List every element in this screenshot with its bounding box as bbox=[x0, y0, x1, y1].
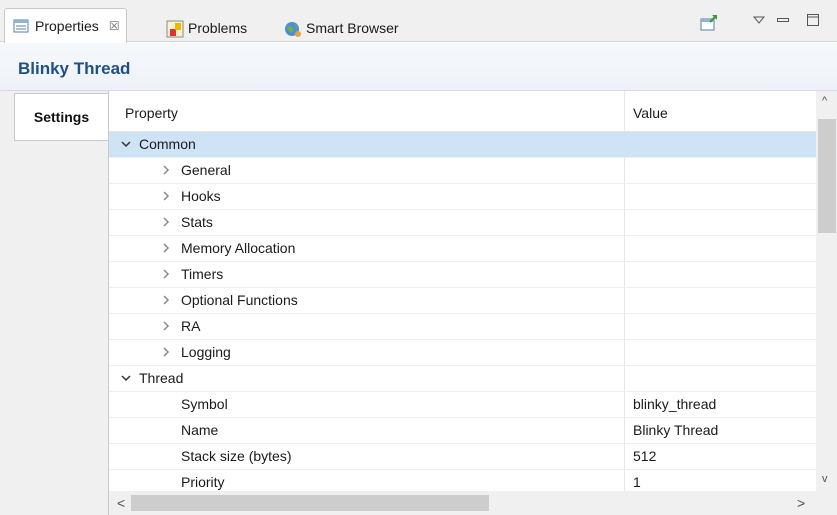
tab-properties[interactable]: Properties ☒ bbox=[4, 8, 127, 43]
horizontal-scrollbar[interactable]: < > bbox=[109, 491, 837, 515]
vertical-scrollbar[interactable]: ^ v bbox=[816, 91, 837, 491]
chevron-right-icon[interactable] bbox=[161, 217, 171, 227]
maximize-icon[interactable] bbox=[806, 13, 824, 31]
chevron-right-icon[interactable] bbox=[161, 295, 171, 305]
properties-header: Blinky Thread bbox=[0, 43, 837, 91]
scroll-down-icon[interactable]: v bbox=[822, 473, 828, 485]
property-name: RA bbox=[181, 318, 201, 334]
view-menu-icon[interactable] bbox=[752, 13, 770, 31]
vertical-scroll-thumb[interactable] bbox=[818, 119, 836, 233]
property-name: Stats bbox=[181, 214, 213, 230]
property-name: Stack size (bytes) bbox=[181, 448, 292, 464]
side-tab-strip: Settings bbox=[0, 91, 108, 515]
property-name: Logging bbox=[181, 344, 231, 360]
property-name: Name bbox=[181, 422, 219, 438]
table-row[interactable]: Stack size (bytes) 512 bbox=[109, 444, 816, 470]
table-row[interactable]: Thread bbox=[109, 366, 816, 392]
property-name: Priority bbox=[181, 474, 225, 490]
chevron-down-icon[interactable] bbox=[121, 139, 131, 149]
tab-settings-label: Settings bbox=[33, 109, 90, 125]
table-row[interactable]: Name Blinky Thread bbox=[109, 418, 816, 444]
chevron-right-icon[interactable] bbox=[161, 191, 171, 201]
property-name: Symbol bbox=[181, 396, 228, 412]
property-name: Common bbox=[139, 136, 196, 152]
chevron-right-icon[interactable] bbox=[161, 321, 171, 331]
tab-settings[interactable]: Settings bbox=[14, 93, 108, 141]
properties-icon bbox=[13, 18, 29, 34]
property-value[interactable]: 1 bbox=[633, 474, 641, 490]
tab-smart-browser-label: Smart Browser bbox=[306, 20, 399, 36]
property-name: Timers bbox=[181, 266, 224, 282]
table-row[interactable]: Symbol blinky_thread bbox=[109, 392, 816, 418]
chevron-right-icon[interactable] bbox=[161, 243, 171, 253]
table-row[interactable]: Common bbox=[109, 132, 816, 158]
tab-properties-label: Properties bbox=[35, 18, 99, 34]
chevron-down-icon[interactable] bbox=[121, 373, 131, 383]
property-name: Hooks bbox=[181, 188, 221, 204]
scroll-right-icon[interactable]: > bbox=[797, 496, 805, 510]
globe-icon bbox=[284, 20, 301, 37]
minimize-icon[interactable] bbox=[776, 13, 794, 31]
scroll-up-icon[interactable]: ^ bbox=[822, 95, 827, 107]
property-value[interactable]: 512 bbox=[633, 448, 656, 464]
property-name: Memory Allocation bbox=[181, 240, 296, 256]
pin-icon[interactable] bbox=[700, 14, 718, 32]
page-title: Blinky Thread bbox=[18, 59, 131, 78]
column-header-property[interactable]: Property bbox=[125, 105, 178, 121]
scroll-left-icon[interactable]: < bbox=[117, 496, 125, 510]
view-tab-bar: Properties ☒ Problems Smart Browser bbox=[0, 0, 837, 43]
table-row[interactable]: Optional Functions bbox=[109, 288, 816, 314]
table-row[interactable]: Memory Allocation bbox=[109, 236, 816, 262]
chevron-right-icon[interactable] bbox=[161, 347, 171, 357]
property-value[interactable]: blinky_thread bbox=[633, 396, 716, 412]
table-row[interactable]: Stats bbox=[109, 210, 816, 236]
property-value[interactable]: Blinky Thread bbox=[633, 422, 718, 438]
problems-icon bbox=[166, 20, 184, 38]
close-icon[interactable]: ☒ bbox=[109, 19, 120, 33]
table-row[interactable]: Timers bbox=[109, 262, 816, 288]
column-header-value[interactable]: Value bbox=[633, 105, 668, 121]
properties-table: Property Value Common General Hooks Stats Me… bbox=[108, 91, 837, 515]
table-header: Property Value bbox=[109, 91, 816, 132]
tab-problems-label: Problems bbox=[188, 20, 248, 36]
chevron-right-icon[interactable] bbox=[161, 269, 171, 279]
property-name: General bbox=[181, 162, 231, 178]
chevron-right-icon[interactable] bbox=[161, 165, 171, 175]
table-row[interactable]: RA bbox=[109, 314, 816, 340]
table-row[interactable]: Logging bbox=[109, 340, 816, 366]
horizontal-scroll-thumb[interactable] bbox=[131, 495, 489, 511]
property-name: Thread bbox=[139, 370, 184, 386]
tab-problems[interactable]: Problems bbox=[166, 14, 247, 42]
property-name: Optional Functions bbox=[181, 292, 298, 308]
tab-smart-browser[interactable]: Smart Browser bbox=[284, 14, 399, 42]
table-row[interactable]: Hooks bbox=[109, 184, 816, 210]
table-row[interactable]: General bbox=[109, 158, 816, 184]
